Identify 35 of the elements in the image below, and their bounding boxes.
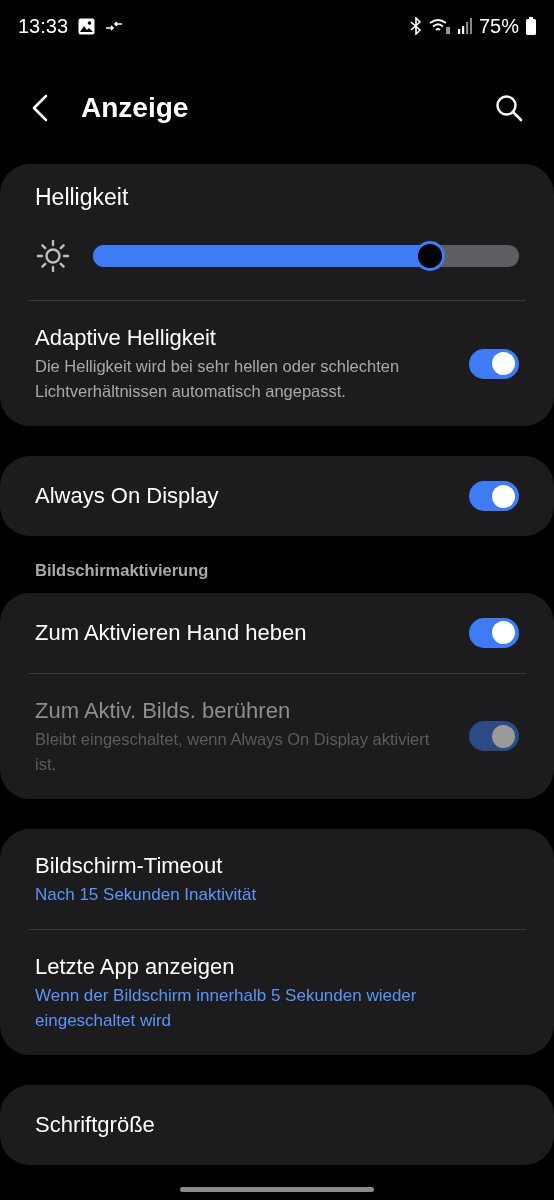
bluetooth-icon <box>409 17 422 35</box>
row-value: Wenn der Bildschirm innerhalb 5 Sekunden wieder eingeschaltet wird <box>35 984 418 1032</box>
row-title: Zum Aktiv. Bilds. berühren <box>35 696 292 725</box>
row-title: Adaptive Helligkeit <box>35 324 217 352</box>
back-icon <box>32 94 48 122</box>
row-value: Nach 15 Sekunden Inaktivität <box>35 883 258 906</box>
battery-icon <box>526 17 536 35</box>
search-icon <box>495 94 523 122</box>
status-time: 13:33 <box>18 14 69 39</box>
setting-row[interactable]: Zum Aktivieren Hand heben <box>0 592 554 673</box>
search-button[interactable] <box>494 93 524 123</box>
wifi-icon <box>428 17 451 35</box>
row-title: Bildschirm-Timeout <box>35 851 224 880</box>
setting-row[interactable]: Adaptive Helligkeit Die Helligkeit wird bei sehr hellen oder schlechten Lichtverhältnissen automatisch angepasst. <box>0 301 554 426</box>
toggle-switch[interactable] <box>469 348 519 379</box>
row-description: Die Helligkeit wird bei sehr hellen oder schlechten Lichtverhältnissen automatisch angepasst. <box>35 356 401 402</box>
row-description: Bleibt eingeschaltet, wenn Always On Display aktiviert ist. <box>35 728 431 775</box>
brightness-icon <box>35 238 71 274</box>
setting-row[interactable]: Always On Display <box>0 456 554 536</box>
row-title: Helligkeit <box>35 183 130 212</box>
section-header: Bildschirmaktivierung <box>34 560 210 581</box>
image-icon <box>78 17 96 35</box>
row-title: Zum Aktivieren Hand heben <box>35 618 308 647</box>
signal-icon <box>457 18 472 34</box>
row-title: Always On Display <box>35 482 220 510</box>
setting-row[interactable]: Letzte App anzeigen Wenn der Bildschirm innerhalb 5 Sekunden wieder eingeschaltet wird <box>0 929 554 1055</box>
toggle-switch[interactable] <box>469 481 519 511</box>
setting-row[interactable]: Bildschirm-Timeout Nach 15 Sekunden Inaktivität <box>0 828 554 929</box>
battery-percentage: 75% <box>478 14 519 39</box>
toggle-switch[interactable] <box>469 617 519 648</box>
page-title: Anzeige <box>81 91 190 125</box>
row-title: Letzte App anzeigen <box>35 952 236 981</box>
row-title: Schriftgröße <box>35 1110 156 1139</box>
data-transfer-icon <box>105 20 124 32</box>
setting-row[interactable]: Schriftgröße <box>0 1084 554 1165</box>
